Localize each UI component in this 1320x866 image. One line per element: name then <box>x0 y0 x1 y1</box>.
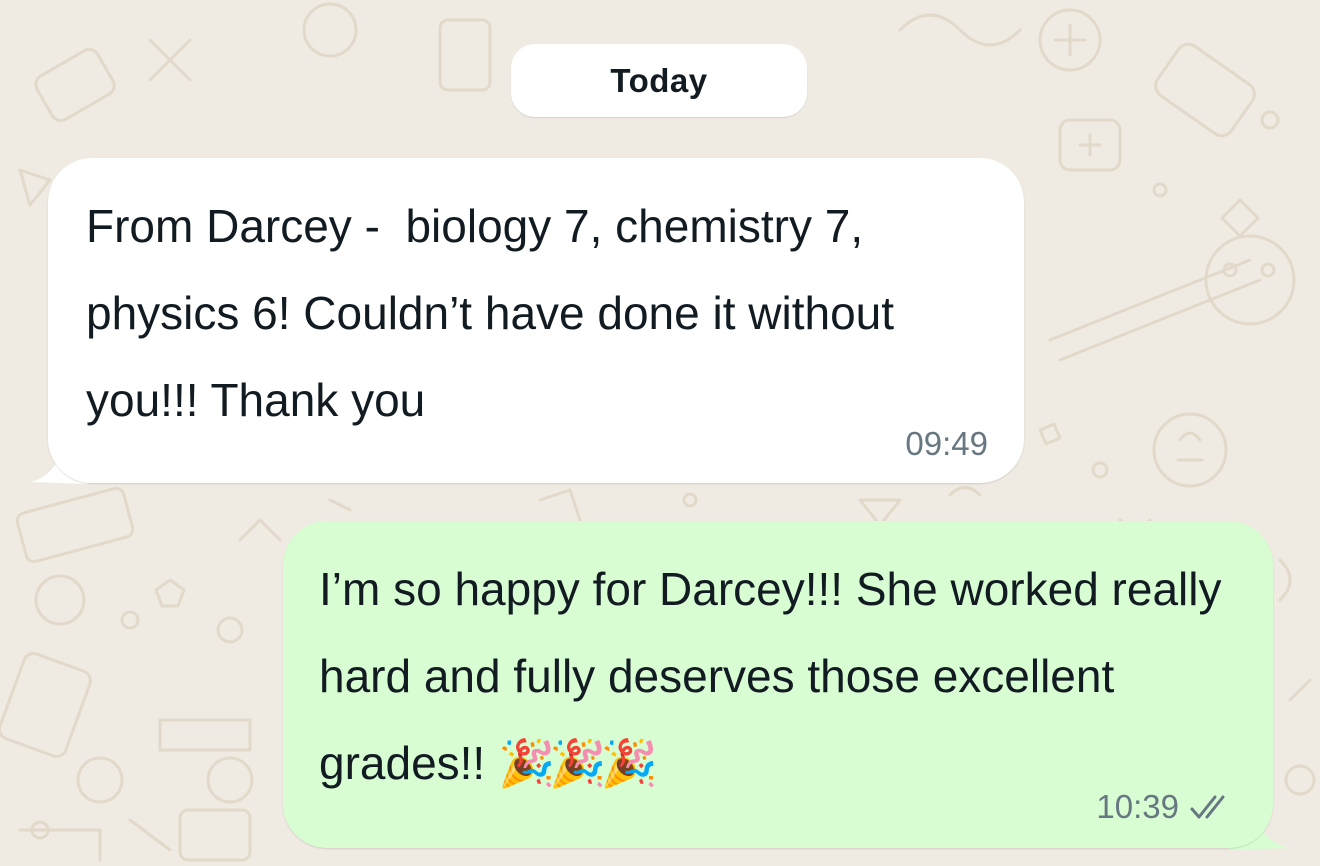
date-divider-label: Today <box>610 61 708 99</box>
incoming-message-text: From Darcey - biology 7, chemistry 7, ph… <box>86 200 907 426</box>
incoming-message-bubble[interactable]: From Darcey - biology 7, chemistry 7, ph… <box>48 158 1024 483</box>
incoming-message-time: 09:49 <box>905 425 988 462</box>
outgoing-message-text-block: I’m so happy for Darcey!!! She worked re… <box>319 546 1259 807</box>
outgoing-message-time: 10:39 <box>1096 788 1179 825</box>
outgoing-message-meta: 10:39 <box>1096 788 1235 826</box>
party-popper-emojis: 🎉🎉🎉 <box>498 737 658 789</box>
incoming-message-meta: 09:49 <box>905 425 988 463</box>
outgoing-message-text: I’m so happy for Darcey!!! She worked re… <box>319 563 1235 789</box>
date-divider: Today <box>511 44 807 117</box>
outgoing-message-bubble[interactable]: I’m so happy for Darcey!!! She worked re… <box>283 521 1273 848</box>
double-check-icon <box>1190 795 1225 819</box>
